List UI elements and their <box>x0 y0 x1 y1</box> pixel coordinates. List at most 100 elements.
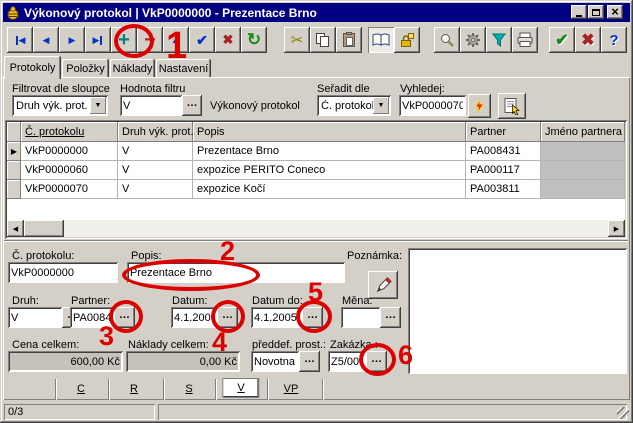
datum-ellipsis-button[interactable]: … <box>217 307 238 328</box>
pen-icon <box>374 276 392 294</box>
column-header-partner[interactable]: Partner <box>466 122 541 142</box>
filter-value-label: Hodnota filtru <box>120 83 185 95</box>
preddef-ellipsis-button[interactable]: … <box>299 351 320 372</box>
tab-protokoly[interactable]: Protokoly <box>4 56 61 79</box>
tab-nastaveni[interactable]: Nastavení <box>156 59 211 78</box>
note-textarea[interactable] <box>408 248 627 374</box>
toolbar-lock-button[interactable] <box>394 27 420 53</box>
protocol-type-text: Výkonový protokol <box>210 100 300 112</box>
cancel-cross-icon: ✖ <box>223 32 234 48</box>
partner-input[interactable] <box>70 307 114 328</box>
protocol-table: Č. protokolu Druh výk. prot. Popis Partn… <box>5 120 627 239</box>
chevron-down-icon[interactable]: ▼ <box>373 97 389 114</box>
datum-input[interactable] <box>171 307 217 328</box>
printer-icon <box>516 32 534 48</box>
edit-icon: ▲ <box>171 34 182 46</box>
divider <box>215 379 216 400</box>
add-icon: + <box>118 31 130 49</box>
toolbar-cut-button[interactable]: ✂ <box>284 27 310 53</box>
table-row[interactable]: ▶ VkP0000000 V Prezentace Brno PA008431 <box>7 142 625 161</box>
lock-icon <box>399 32 415 48</box>
column-header-popis[interactable]: Popis <box>193 122 466 142</box>
scroll-left-button[interactable]: ◀ <box>7 220 24 237</box>
zakazka-input[interactable] <box>328 351 366 372</box>
search-execute-button[interactable] <box>468 94 491 118</box>
row-selector-arrow: ▶ <box>7 142 21 161</box>
horizontal-scrollbar[interactable]: ◀ ▶ <box>7 220 625 237</box>
popis-label: Popis: <box>131 250 162 262</box>
separator <box>4 240 628 242</box>
search-label: Vyhledej: <box>400 83 445 95</box>
zakazka-ellipsis-button[interactable]: … <box>366 351 387 372</box>
column-header-protokol[interactable]: Č. protokolu <box>21 122 118 142</box>
toolbar-next-button[interactable]: ▶ <box>59 27 85 53</box>
tab-polozky[interactable]: Položky <box>62 59 109 78</box>
toolbar-search-button[interactable] <box>434 27 460 53</box>
toolbar-edit-button[interactable]: ▲ <box>163 27 189 53</box>
toolbar-ok-button[interactable]: ✔ <box>549 27 575 53</box>
mena-input[interactable] <box>341 307 380 328</box>
toolbar-last-button[interactable]: ▶ <box>85 27 111 53</box>
naklady-label: Náklady celkem: <box>128 339 209 351</box>
mena-label: Měna: <box>342 295 373 307</box>
filter-funnel-icon <box>491 32 507 48</box>
maximize-button[interactable] <box>588 5 604 19</box>
toolbar-help-button[interactable]: ? <box>601 27 627 53</box>
preddef-input[interactable] <box>251 351 299 372</box>
close-button[interactable]: × <box>607 5 623 19</box>
protocol-number-input[interactable] <box>8 262 118 283</box>
datum-do-input[interactable] <box>251 307 302 328</box>
toolbar-filter-button[interactable] <box>486 27 512 53</box>
toolbar-add-button[interactable]: + <box>111 27 137 53</box>
toolbar-post-button[interactable]: ✔ <box>189 27 215 53</box>
type-button-r[interactable]: R <box>124 381 144 397</box>
form-select-button[interactable] <box>498 93 526 119</box>
divider <box>55 379 56 400</box>
popis-input[interactable] <box>127 262 345 283</box>
search-icon <box>439 32 455 48</box>
filter-column-select[interactable]: Druh výk. prot. ▼ <box>12 95 108 116</box>
protocol-number-label: Č. protokolu: <box>12 250 74 262</box>
refresh-icon: ↻ <box>247 32 261 48</box>
mena-ellipsis-button[interactable]: … <box>380 307 401 328</box>
type-button-s[interactable]: S <box>179 381 198 397</box>
filter-value-ellipsis-button[interactable]: … <box>182 95 202 116</box>
type-button-c[interactable]: C <box>71 381 91 397</box>
filter-value-input[interactable] <box>120 95 182 116</box>
toolbar-browse-button[interactable] <box>368 27 394 53</box>
type-button-vp[interactable]: VP <box>278 381 305 397</box>
record-counter: 0/3 <box>8 406 23 418</box>
partner-ellipsis-button[interactable]: … <box>114 307 135 328</box>
scroll-right-button[interactable]: ▶ <box>608 220 625 237</box>
toolbar-copy-button[interactable] <box>310 27 336 53</box>
toolbar-paste-button[interactable] <box>336 27 362 53</box>
datum-do-ellipsis-button[interactable]: … <box>302 307 323 328</box>
resize-grip[interactable] <box>617 407 629 419</box>
toolbar-first-button[interactable]: ◀ <box>7 27 33 53</box>
chevron-down-icon[interactable]: ▼ <box>90 97 106 114</box>
minimize-button[interactable] <box>571 5 587 19</box>
sort-select[interactable]: Č. protokol ▼ <box>317 95 391 116</box>
toolbar-print-button[interactable] <box>512 27 538 53</box>
toolbar-prev-button[interactable]: ◀ <box>33 27 59 53</box>
scrollbar-thumb[interactable] <box>24 220 64 237</box>
table-header-row: Č. protokolu Druh výk. prot. Popis Partn… <box>7 122 625 142</box>
type-button-v[interactable]: V <box>223 379 258 397</box>
column-header-jmeno-partnera[interactable]: Jméno partnera <box>541 122 625 142</box>
column-header-druh[interactable]: Druh výk. prot. <box>118 122 193 142</box>
next-record-icon: ▶ <box>69 36 76 45</box>
toolbar-cancel-edit-button[interactable]: ✖ <box>215 27 241 53</box>
toolbar-settings-button[interactable] <box>460 27 486 53</box>
search-input[interactable] <box>399 95 466 116</box>
druh-input[interactable] <box>8 307 62 328</box>
table-row[interactable]: VkP0000070 V expozice Kočí PA003811 <box>7 180 625 199</box>
toolbar-cancel-button[interactable]: ✖ <box>575 27 601 53</box>
scrollbar-track[interactable] <box>64 220 608 237</box>
table-row[interactable]: VkP0000060 V expozice PERITO Coneco PA00… <box>7 161 625 180</box>
gear-icon <box>465 32 481 48</box>
help-icon: ? <box>609 32 618 49</box>
toolbar-refresh-button[interactable]: ↻ <box>241 27 267 53</box>
tab-naklady[interactable]: Náklady <box>110 59 155 78</box>
toolbar-delete-button[interactable]: − <box>137 27 163 53</box>
datum-do-label: Datum do: <box>252 295 303 307</box>
